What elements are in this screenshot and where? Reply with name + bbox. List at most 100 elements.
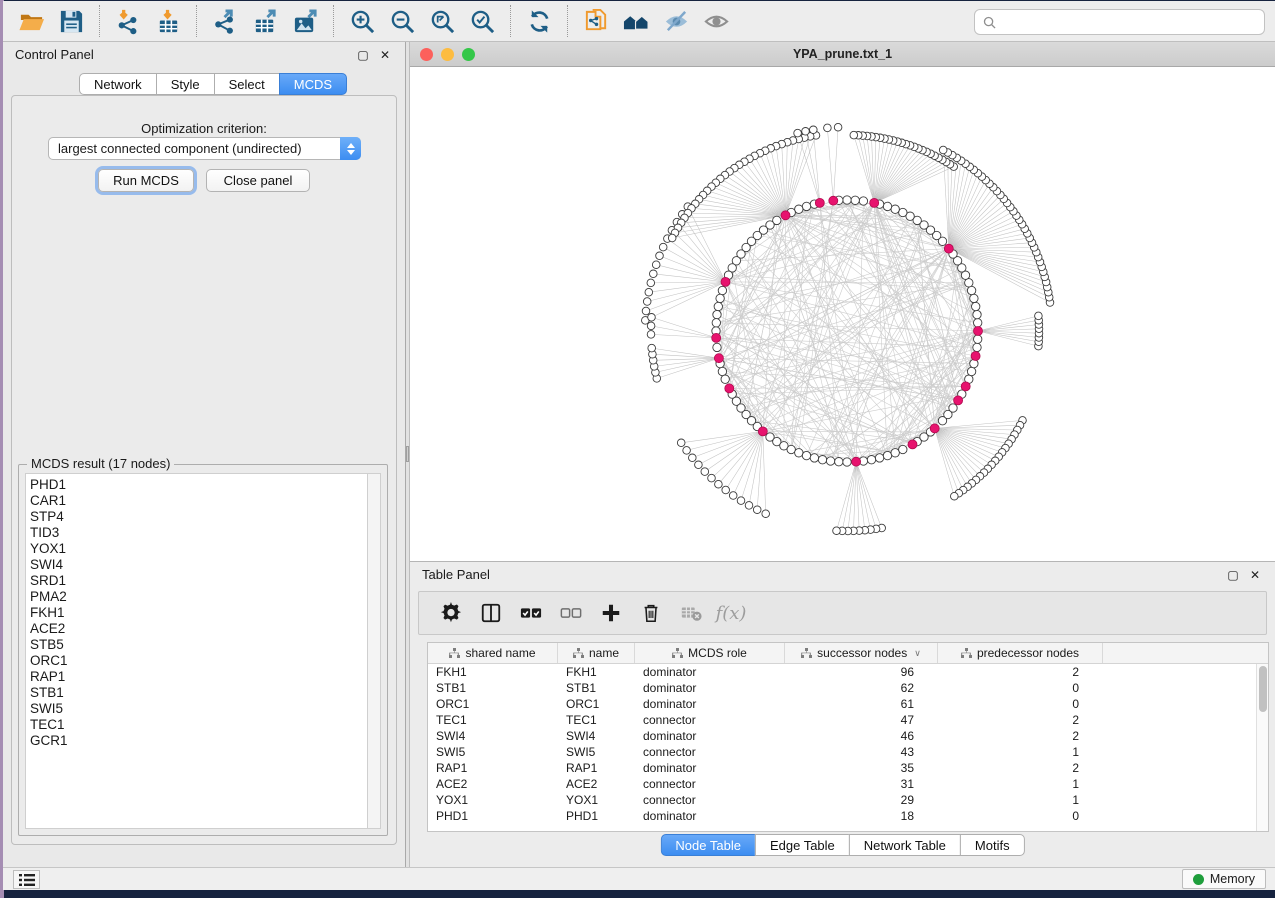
mcds-result-item[interactable]: SWI4 [30,557,367,573]
cell-shared-name[interactable]: SWI4 [428,728,558,744]
cell-MCDS-role[interactable]: dominator [635,680,785,696]
cell-predecessor-nodes[interactable]: 2 [938,664,1103,680]
mcds-result-item[interactable]: TID3 [30,525,367,541]
close-panel-icon[interactable]: ✕ [377,48,393,62]
table-row[interactable]: ORC1ORC1dominator610 [428,696,1268,712]
save-session-button[interactable] [51,5,91,37]
mcds-result-item[interactable]: TEC1 [30,717,367,733]
mcds-result-item[interactable]: ORC1 [30,653,367,669]
network-canvas[interactable] [410,67,1275,561]
zoom-selected-button[interactable] [462,5,502,37]
first-neighbors-button[interactable] [616,5,656,37]
cell-predecessor-nodes[interactable]: 1 [938,792,1103,808]
mcds-result-item[interactable]: GCR1 [30,733,367,749]
export-table-button[interactable] [245,5,285,37]
table-row[interactable]: TEC1TEC1connector472 [428,712,1268,728]
tab-network[interactable]: Network [79,73,157,95]
mcds-result-item[interactable]: PMA2 [30,589,367,605]
tab-node-table[interactable]: Node Table [660,834,756,856]
tab-motifs[interactable]: Motifs [960,834,1025,856]
cell-predecessor-nodes[interactable]: 2 [938,712,1103,728]
mcds-list-scrollbar[interactable] [367,473,381,829]
import-network-button[interactable] [108,5,148,37]
memory-button[interactable]: Memory [1182,869,1266,889]
cell-shared-name[interactable]: PHD1 [428,808,558,824]
column-header-shared-name[interactable]: shared name [428,643,558,663]
zoom-in-button[interactable] [342,5,382,37]
network-window-titlebar[interactable]: YPA_prune.txt_1 [410,42,1275,67]
show-all-button[interactable] [696,5,736,37]
cell-name[interactable]: SWI5 [558,744,635,760]
column-header-MCDS-role[interactable]: MCDS role [635,643,785,663]
cell-predecessor-nodes[interactable]: 0 [938,696,1103,712]
minimize-window-icon[interactable] [441,48,454,61]
cell-shared-name[interactable]: YOX1 [428,792,558,808]
cell-successor-nodes[interactable]: 61 [785,696,938,712]
open-file-button[interactable] [11,5,51,37]
cell-name[interactable]: SWI4 [558,728,635,744]
task-history-button[interactable] [13,870,40,889]
tab-style[interactable]: Style [156,73,215,95]
cell-MCDS-role[interactable]: connector [635,744,785,760]
import-table-button[interactable] [148,5,188,37]
maximize-window-icon[interactable] [462,48,475,61]
cell-successor-nodes[interactable]: 62 [785,680,938,696]
columns-button[interactable] [473,595,509,631]
delete-button[interactable] [633,595,669,631]
column-header-predecessor-nodes[interactable]: predecessor nodes [938,643,1103,663]
cell-MCDS-role[interactable]: dominator [635,728,785,744]
refresh-button[interactable] [519,5,559,37]
cell-name[interactable]: YOX1 [558,792,635,808]
tab-select[interactable]: Select [214,73,280,95]
cell-shared-name[interactable]: ORC1 [428,696,558,712]
criterion-dropdown[interactable]: largest connected component (undirected) [48,137,361,160]
table-row[interactable]: PHD1PHD1dominator180 [428,808,1268,824]
tab-mcds[interactable]: MCDS [279,73,347,95]
mcds-result-item[interactable]: CAR1 [30,493,367,509]
export-image-button[interactable] [285,5,325,37]
cell-MCDS-role[interactable]: dominator [635,696,785,712]
cell-MCDS-role[interactable]: dominator [635,664,785,680]
close-panel-button[interactable]: Close panel [206,169,310,192]
cell-shared-name[interactable]: STB1 [428,680,558,696]
cell-shared-name[interactable]: FKH1 [428,664,558,680]
mcds-result-item[interactable]: ACE2 [30,621,367,637]
cell-shared-name[interactable]: ACE2 [428,776,558,792]
cell-successor-nodes[interactable]: 18 [785,808,938,824]
cell-name[interactable]: FKH1 [558,664,635,680]
close-table-panel-icon[interactable]: ✕ [1247,568,1263,582]
mcds-result-item[interactable]: STB5 [30,637,367,653]
table-row[interactable]: YOX1YOX1connector291 [428,792,1268,808]
column-header-name[interactable]: name [558,643,635,663]
table-row[interactable]: STB1STB1dominator620 [428,680,1268,696]
cell-shared-name[interactable]: RAP1 [428,760,558,776]
cell-name[interactable]: RAP1 [558,760,635,776]
tab-network-table[interactable]: Network Table [849,834,961,856]
cell-successor-nodes[interactable]: 96 [785,664,938,680]
table-row[interactable]: ACE2ACE2connector311 [428,776,1268,792]
splitter-grip[interactable] [406,446,409,462]
cell-MCDS-role[interactable]: connector [635,712,785,728]
run-mcds-button[interactable]: Run MCDS [98,169,194,192]
mcds-result-list[interactable]: PHD1CAR1STP4TID3YOX1SWI4SRD1PMA2FKH1ACE2… [25,473,367,829]
global-search[interactable] [974,9,1265,35]
mcds-result-item[interactable]: PHD1 [30,477,367,493]
float-panel-icon[interactable]: ▢ [355,48,371,62]
cell-name[interactable]: ORC1 [558,696,635,712]
duplicate-network-button[interactable] [576,5,616,37]
cell-predecessor-nodes[interactable]: 2 [938,760,1103,776]
settings-button[interactable] [433,595,469,631]
cell-shared-name[interactable]: TEC1 [428,712,558,728]
mcds-result-item[interactable]: SRD1 [30,573,367,589]
add-button[interactable] [593,595,629,631]
select-all-button[interactable] [513,595,549,631]
cell-successor-nodes[interactable]: 31 [785,776,938,792]
cell-MCDS-role[interactable]: dominator [635,808,785,824]
cell-MCDS-role[interactable]: dominator [635,760,785,776]
cell-name[interactable]: PHD1 [558,808,635,824]
cell-predecessor-nodes[interactable]: 1 [938,744,1103,760]
cell-successor-nodes[interactable]: 35 [785,760,938,776]
cell-predecessor-nodes[interactable]: 0 [938,808,1103,824]
mcds-result-item[interactable]: SWI5 [30,701,367,717]
table-row[interactable]: SWI4SWI4dominator462 [428,728,1268,744]
